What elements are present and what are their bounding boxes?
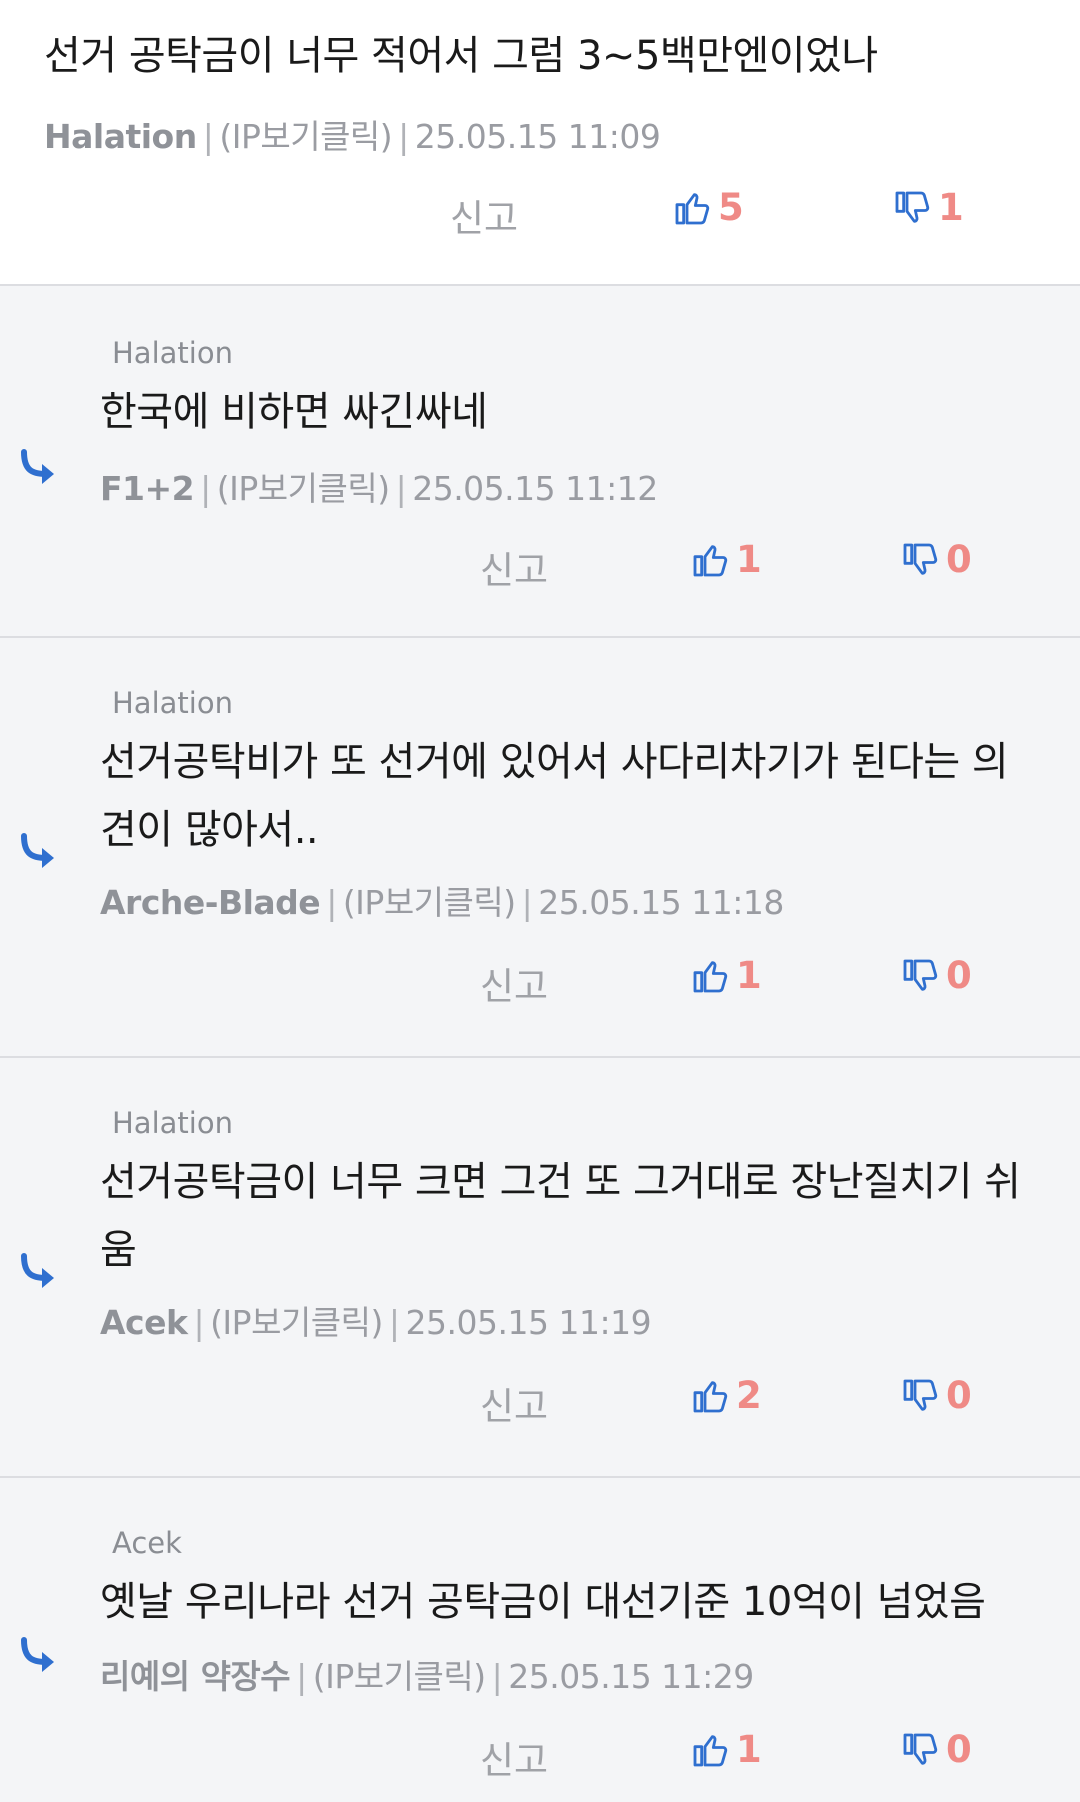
comment-meta: 리예의 약장수 | (IP보기클릭) | 25.05.15 11:29 [100, 1650, 754, 1698]
reply-item: Acek 옛날 우리나라 선거 공탁금이 대선기준 10억이 넘었음 리예의 약… [0, 1478, 1080, 1802]
author-name[interactable]: Acek [100, 1303, 188, 1342]
parent-author: Acek [112, 1526, 182, 1560]
reply-item: Halation 한국에 비하면 싸긴싸네 F1+2 | (IP보기클릭) | 25.0… [0, 286, 1080, 638]
thumbs-down-icon [895, 191, 930, 223]
thumbs-up-icon [675, 192, 710, 224]
comment-text: 한국에 비하면 싸긴싸네 [100, 389, 488, 435]
separator: | [296, 1657, 307, 1696]
timestamp: 25.05.15 11:12 [412, 469, 658, 508]
timestamp: 25.05.15 11:19 [405, 1303, 652, 1342]
separator: | [326, 883, 337, 922]
thumbs-up-icon [693, 544, 728, 576]
dislike-button[interactable]: 1 [892, 186, 964, 229]
separator: | [491, 1657, 503, 1696]
dislike-count: 0 [946, 1728, 972, 1771]
report-button[interactable]: 신고 [480, 1730, 548, 1784]
comment-text: 옛날 우리나라 선거 공탁금이 대선기준 10억이 넘었음 [100, 1579, 986, 1625]
timestamp: 25.05.15 11:29 [508, 1657, 754, 1696]
comment-text: 선거공탁비가 또 선거에 있어서 사다리차기가 된다는 의견이 많아서.. [100, 739, 1009, 853]
reply-arrow-icon [21, 449, 54, 484]
comment-text: 선거공탁금이 너무 크면 그건 또 그거대로 장난질치기 쉬움 [100, 1159, 1021, 1273]
report-button[interactable]: 신고 [450, 188, 518, 242]
comment-actions: 신고 1 0 [0, 1726, 1080, 1786]
comment-meta: Halation | (IP보기클릭) | 25.05.15 11:09 [44, 110, 661, 158]
separator: | [395, 469, 407, 508]
like-button[interactable]: 5 [672, 186, 744, 229]
timestamp: 25.05.15 11:09 [414, 117, 661, 156]
author-name[interactable]: Arche-Blade [100, 883, 321, 922]
dislike-button[interactable]: 0 [900, 954, 972, 997]
separator: | [200, 469, 211, 508]
like-button[interactable]: 1 [690, 1728, 762, 1771]
dislike-button[interactable]: 0 [900, 1728, 972, 1771]
reply-arrow-icon [21, 1253, 54, 1288]
like-button[interactable]: 1 [690, 954, 762, 997]
like-count: 2 [736, 1374, 762, 1417]
thumbs-up-icon [693, 960, 728, 992]
author-name[interactable]: Halation [44, 117, 197, 156]
comment-meta: Acek | (IP보기클릭) | 25.05.15 11:19 [100, 1296, 652, 1344]
author-name[interactable]: 리예의 약장수 [100, 1657, 291, 1696]
ip-view-link[interactable]: (IP보기클릭) [217, 469, 390, 508]
comment-actions: 신고 1 0 [0, 536, 1080, 596]
ip-view-link[interactable]: (IP보기클릭) [219, 117, 392, 156]
reply-item: Halation 선거공탁금이 너무 크면 그건 또 그거대로 장난질치기 쉬움… [0, 1058, 1080, 1478]
separator: | [193, 1303, 205, 1342]
ip-view-link[interactable]: (IP보기클릭) [343, 883, 516, 922]
like-count: 1 [736, 538, 762, 581]
like-button[interactable]: 1 [690, 538, 762, 581]
separator: | [202, 117, 214, 156]
like-button[interactable]: 2 [690, 1374, 762, 1417]
dislike-count: 0 [946, 538, 972, 581]
comment-meta: Arche-Blade | (IP보기클릭) | 25.05.15 11:18 [100, 876, 784, 924]
like-count: 5 [718, 186, 744, 229]
thumbs-down-icon [903, 543, 938, 575]
dislike-count: 0 [946, 954, 972, 997]
parent-author: Halation [112, 1106, 233, 1140]
thumbs-down-icon [903, 1733, 938, 1765]
comment-actions: 신고 2 0 [0, 1372, 1080, 1432]
separator: | [398, 117, 409, 156]
dislike-button[interactable]: 0 [900, 1374, 972, 1417]
reply-item: Halation 선거공탁비가 또 선거에 있어서 사다리차기가 된다는 의견이… [0, 638, 1080, 1058]
ip-view-link[interactable]: (IP보기클릭) [313, 1657, 486, 1696]
reply-arrow-icon [21, 833, 54, 868]
comment-text: 선거 공탁금이 너무 적어서 그럼 3~5백만엔이었나 [44, 33, 878, 79]
separator: | [388, 1303, 400, 1342]
like-count: 1 [736, 1728, 762, 1771]
report-button[interactable]: 신고 [480, 956, 548, 1010]
comment-meta: F1+2 | (IP보기클릭) | 25.05.15 11:12 [100, 462, 658, 510]
ip-view-link[interactable]: (IP보기클릭) [210, 1303, 383, 1342]
thumbs-up-icon [693, 1734, 728, 1766]
parent-author: Halation [112, 336, 233, 370]
dislike-count: 0 [946, 1374, 972, 1417]
reply-arrow-icon [21, 1637, 54, 1672]
comment-actions: 신고 5 1 [0, 184, 1080, 244]
timestamp: 25.05.15 11:18 [538, 883, 784, 922]
author-name[interactable]: F1+2 [100, 469, 195, 508]
report-button[interactable]: 신고 [480, 540, 548, 594]
separator: | [521, 883, 533, 922]
comment-actions: 신고 1 0 [0, 952, 1080, 1012]
thumbs-up-icon [693, 1380, 728, 1412]
report-button[interactable]: 신고 [480, 1376, 548, 1430]
comment-item: 선거 공탁금이 너무 적어서 그럼 3~5백만엔이었나 Halation | (IP… [0, 0, 1080, 286]
parent-author: Halation [112, 686, 233, 720]
thumbs-down-icon [903, 959, 938, 991]
like-count: 1 [736, 954, 762, 997]
dislike-button[interactable]: 0 [900, 538, 972, 581]
dislike-count: 1 [938, 186, 964, 229]
thumbs-down-icon [903, 1379, 938, 1411]
